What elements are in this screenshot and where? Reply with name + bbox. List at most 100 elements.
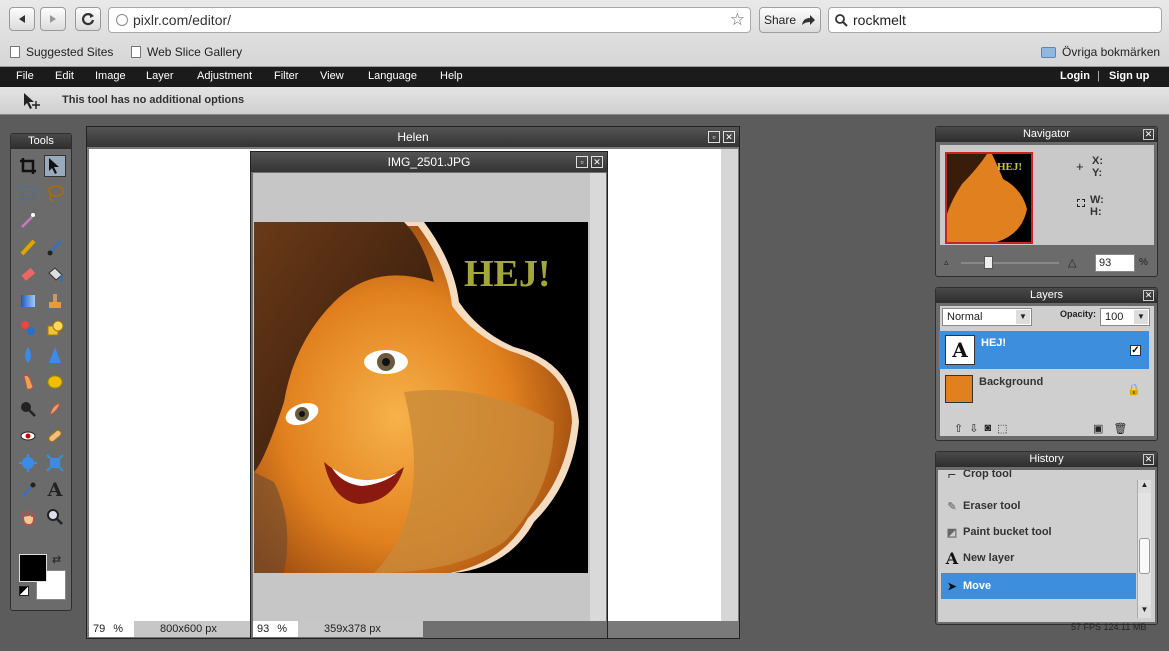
navigator-thumbnail[interactable]: HEJ! [945, 152, 1033, 244]
blur-tool[interactable] [17, 344, 39, 366]
signup-link[interactable]: Sign up [1109, 70, 1149, 82]
layer-visibility-checkbox[interactable]: ✓ [1130, 344, 1141, 356]
document-window-img[interactable]: IMG_2501.JPG ▫ ✕ HEJ! 93 % 359x378 px [250, 151, 608, 639]
share-button[interactable]: Share [759, 7, 821, 33]
sponge-tool[interactable] [44, 371, 66, 393]
brush-tool[interactable] [44, 236, 66, 258]
pencil-tool[interactable] [17, 236, 39, 258]
menu-edit[interactable]: Edit [55, 70, 74, 82]
primary-color-swatch[interactable] [19, 554, 47, 582]
close-icon[interactable]: ✕ [723, 131, 735, 143]
new-layer-icon[interactable]: ▣ [1093, 422, 1103, 435]
vertical-scrollbar[interactable] [590, 173, 606, 621]
pinch-icon [46, 454, 64, 472]
opacity-input[interactable]: 100 ▼ [1100, 308, 1150, 326]
smudge-tool[interactable] [17, 371, 39, 393]
bookmark-star-icon[interactable]: ☆ [730, 10, 745, 30]
layer-settings-icon[interactable]: ⬚ [997, 422, 1007, 435]
paint-bucket-tool[interactable] [44, 263, 66, 285]
bloat-icon [19, 454, 37, 472]
zoom-out-icon[interactable]: ▵ [944, 257, 949, 268]
reset-colors-icon[interactable] [19, 586, 29, 596]
color-replace-tool[interactable] [17, 317, 39, 339]
scroll-up-icon[interactable]: ▲ [1138, 480, 1151, 493]
zoom-in-icon[interactable]: △ [1068, 256, 1076, 269]
maximize-icon[interactable]: ▫ [708, 131, 720, 143]
zoom-slider-handle[interactable] [984, 256, 993, 269]
close-icon[interactable]: ✕ [591, 156, 603, 168]
menu-view[interactable]: View [320, 70, 344, 82]
trash-icon[interactable]: 🗑 [1113, 422, 1127, 435]
scroll-thumb[interactable] [1139, 538, 1150, 574]
history-item-eraser[interactable]: ✎ Eraser tool [941, 493, 1136, 519]
menu-bar: File Edit Image Layer Adjustment Filter … [0, 67, 1169, 87]
red-eye-tool[interactable] [17, 425, 39, 447]
menu-layer[interactable]: Layer [146, 70, 174, 82]
scroll-down-icon[interactable]: ▼ [1138, 605, 1151, 618]
photo-image[interactable]: HEJ! [254, 222, 588, 573]
zoom-tool[interactable] [44, 506, 66, 528]
menu-adjustment[interactable]: Adjustment [197, 70, 252, 82]
gradient-tool[interactable] [17, 290, 39, 312]
eraser-icon: ✎ [947, 500, 957, 513]
hand-tool[interactable] [17, 506, 39, 528]
close-icon[interactable]: ✕ [1143, 290, 1154, 301]
menu-image[interactable]: Image [95, 70, 126, 82]
navigator-zoom-input[interactable]: 93 [1095, 254, 1135, 272]
menu-file[interactable]: File [16, 70, 34, 82]
dodge-tool[interactable] [17, 398, 39, 420]
history-scrollbar[interactable]: ▲ ▼ [1137, 480, 1151, 618]
vertical-scrollbar[interactable] [721, 149, 738, 621]
move-tool[interactable] [44, 155, 66, 177]
magic-wand-tool[interactable] [17, 209, 39, 231]
layer-mask-icon[interactable]: ◙ [984, 422, 991, 435]
menu-filter[interactable]: Filter [274, 70, 298, 82]
zoom-slider-track[interactable] [961, 262, 1059, 264]
zoom-value[interactable]: 79 [93, 623, 105, 635]
color-picker-tool[interactable] [17, 479, 39, 501]
history-item-new-layer[interactable]: A New layer [941, 545, 1136, 571]
menu-language[interactable]: Language [368, 70, 417, 82]
pinch-tool[interactable] [44, 452, 66, 474]
burn-tool[interactable] [44, 398, 66, 420]
bookmark-suggested-sites[interactable]: Suggested Sites [10, 45, 113, 59]
history-item-crop[interactable]: ⌐ Crop tool [941, 470, 1136, 487]
reload-button[interactable] [75, 7, 101, 31]
type-tool[interactable]: A [44, 479, 66, 501]
swap-colors-icon[interactable]: ⇄ [52, 553, 61, 566]
history-item-paint-bucket[interactable]: ◩ Paint bucket tool [941, 519, 1136, 545]
address-bar[interactable]: pixlr.com/editor/ ☆ [108, 7, 751, 33]
image-layer-thumbnail [945, 375, 973, 403]
crosshair-icon: + [1076, 159, 1084, 174]
drawing-tool[interactable] [44, 317, 66, 339]
eraser-tool[interactable] [17, 263, 39, 285]
close-icon[interactable]: ✕ [1143, 129, 1154, 140]
maximize-icon[interactable]: ▫ [576, 156, 588, 168]
login-link[interactable]: Login [1060, 70, 1090, 82]
other-bookmarks[interactable]: Övriga bokmärken [1041, 45, 1160, 59]
bookmark-web-slice-gallery[interactable]: Web Slice Gallery [131, 45, 242, 59]
lasso-tool[interactable] [44, 182, 66, 204]
burn-icon [49, 402, 61, 416]
back-button[interactable] [9, 7, 35, 31]
zoom-value[interactable]: 93 [257, 623, 269, 635]
menu-help[interactable]: Help [440, 70, 463, 82]
close-icon[interactable]: ✕ [1143, 454, 1154, 465]
link-layers-icon[interactable]: ⇧ [954, 422, 963, 435]
spot-heal-tool[interactable] [44, 425, 66, 447]
layer-row-hej[interactable]: A HEJ! ✓ [939, 331, 1149, 369]
crop-tool[interactable] [17, 155, 39, 177]
bloat-tool[interactable] [17, 452, 39, 474]
marquee-tool[interactable] [17, 182, 39, 204]
blend-mode-select[interactable]: Normal ▼ [942, 308, 1032, 326]
layer-style-icon[interactable]: ⇩ [969, 422, 978, 435]
history-item-move[interactable]: ➤ Move [941, 573, 1136, 599]
document-size: 359x378 px [324, 623, 381, 635]
search-input[interactable]: rockmelt [828, 7, 1162, 33]
layers-title-text: Layers [1029, 289, 1064, 301]
layer-row-background[interactable]: Background 🔒 [939, 370, 1149, 408]
sharpen-tool[interactable] [44, 344, 66, 366]
clone-stamp-tool[interactable] [44, 290, 66, 312]
forward-button[interactable] [40, 7, 66, 31]
paint-bucket-icon [48, 267, 63, 282]
